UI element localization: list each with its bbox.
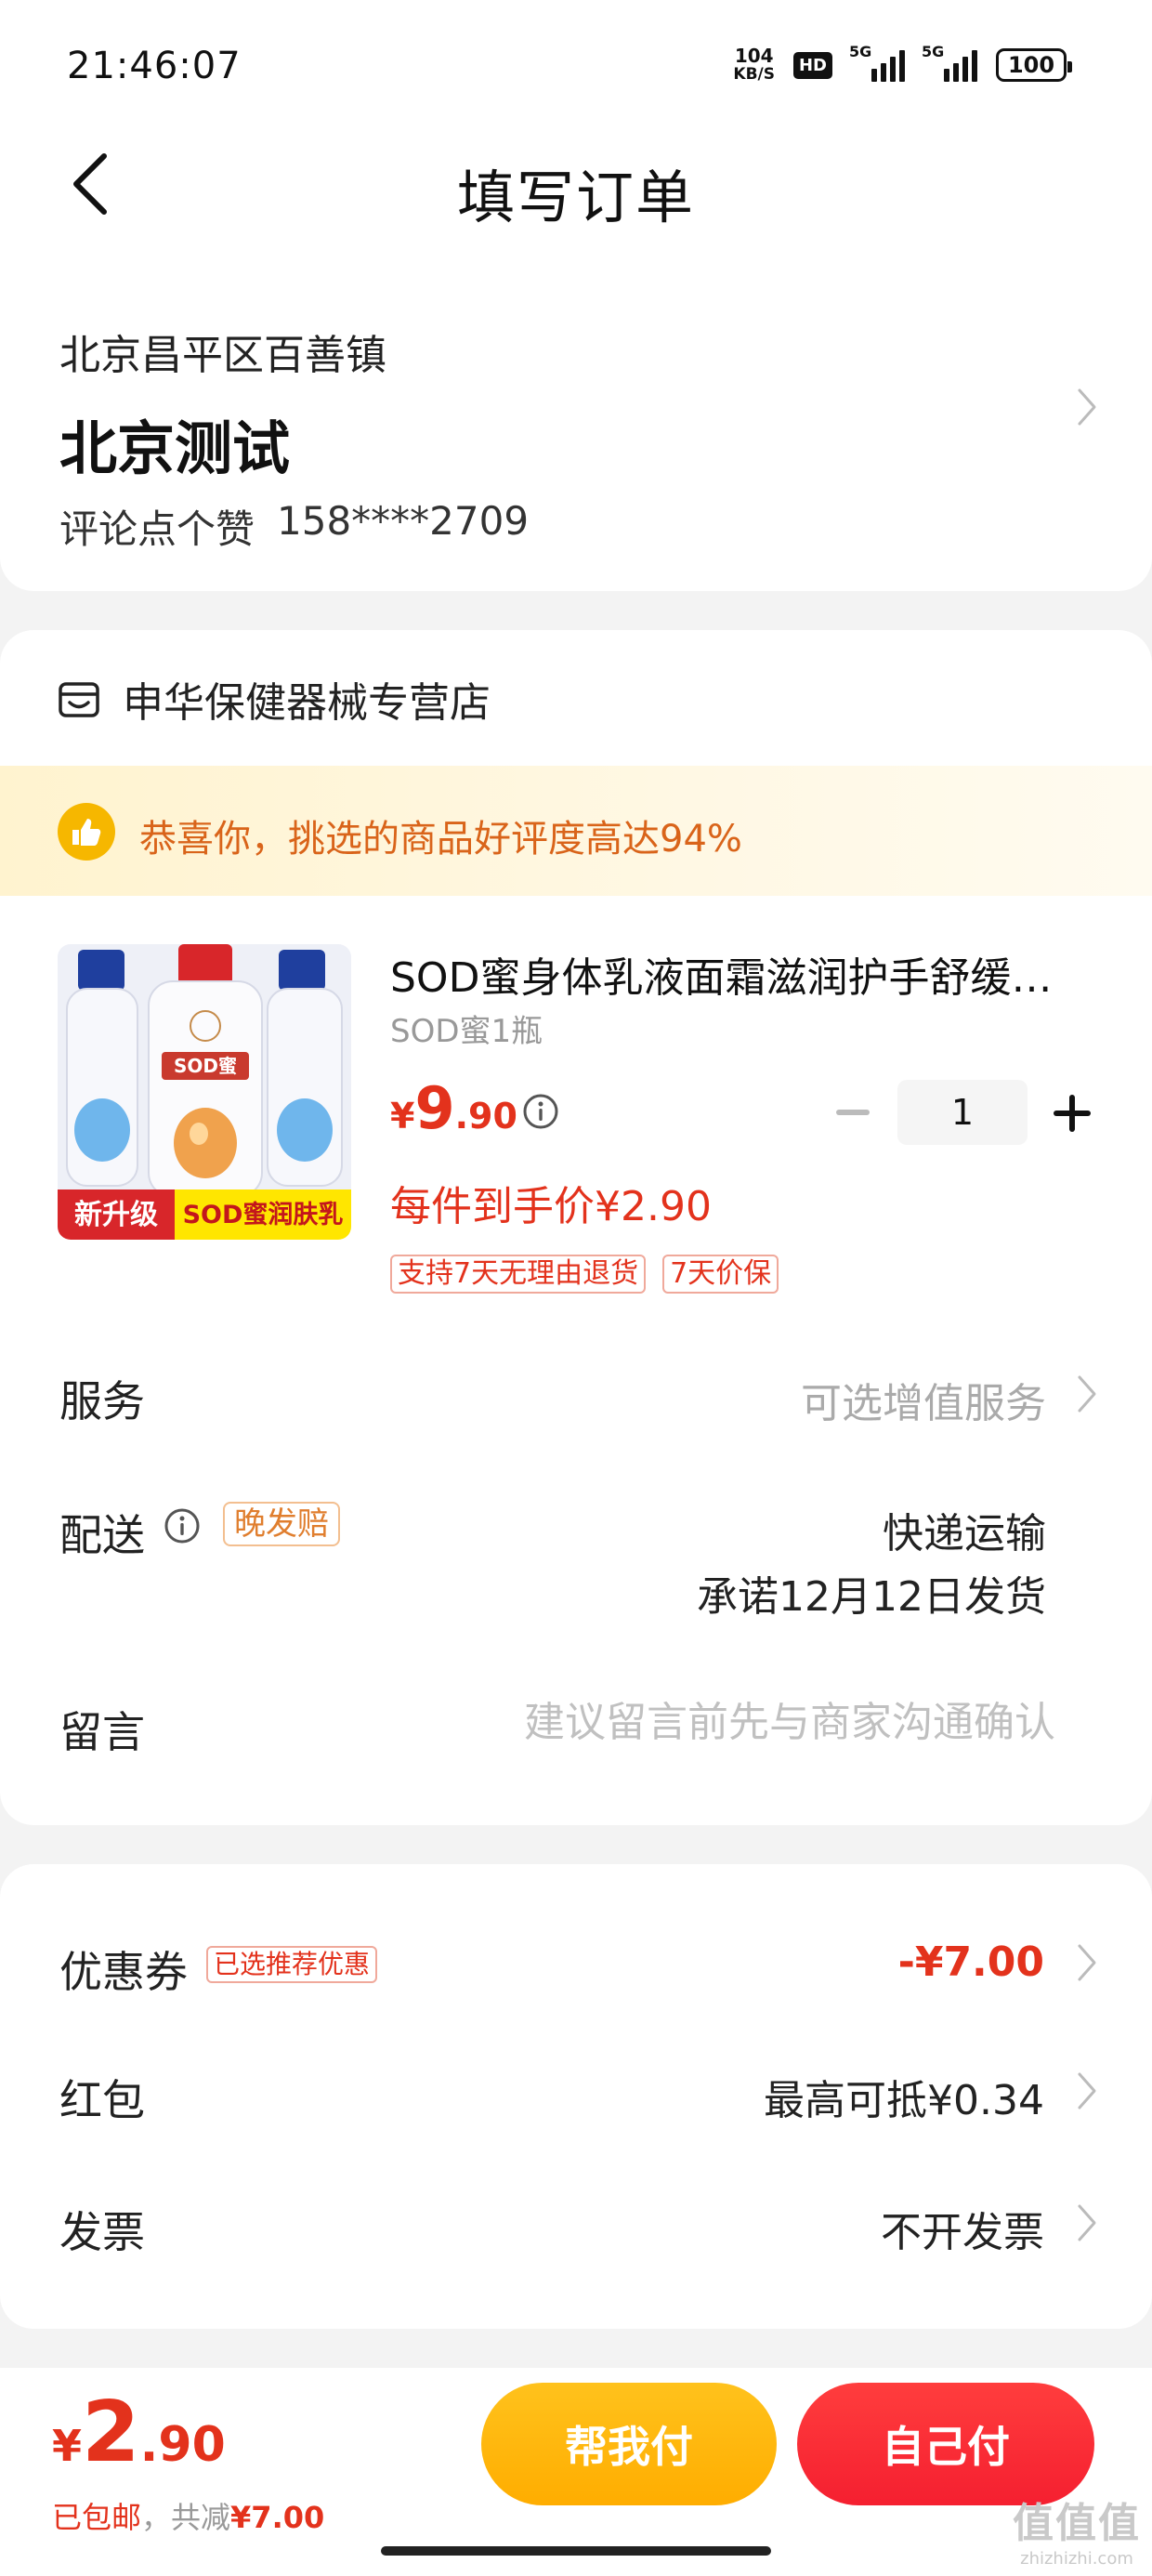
delivery-label: 配送 (59, 1510, 145, 1560)
total-summary: 已包邮，共减¥7.00 (52, 2494, 324, 2537)
status-icons: 104 KB/S HD 5G 5G 100 (733, 43, 1072, 84)
contact-name: 评论点个赞 (59, 506, 255, 552)
saved-prefix: ，共减 (141, 2500, 231, 2535)
quantity-input[interactable]: 1 (897, 1080, 1028, 1145)
quantity-decrease-button[interactable] (836, 1110, 870, 1115)
saved-amount: ¥7.00 (230, 2500, 325, 2535)
service-label: 服务 (59, 1376, 145, 1426)
watermark: 值值值 zhizhizhi.com (1013, 2490, 1141, 2569)
info-icon[interactable] (522, 1093, 559, 1130)
tag-return-policy: 支持7天无理由退货 (390, 1255, 647, 1294)
net-speed: 104 KB/S (733, 46, 775, 84)
free-shipping-text: 已包邮 (52, 2500, 142, 2535)
store-icon (59, 682, 99, 717)
watermark-url: zhizhizhi.com (1020, 2549, 1133, 2569)
pay-myself-button[interactable]: 自己付 (797, 2383, 1094, 2505)
status-time: 21:46:07 (67, 45, 242, 87)
net-speed-value: 104 (734, 45, 774, 67)
product-spec: SOD蜜1瓶 (390, 1013, 543, 1050)
redpack-label: 红包 (59, 2075, 145, 2125)
checkout-bar: ¥ 2 .90 已包邮，共减¥7.00 帮我付 自己付 值值值 zhizhizh… (0, 2368, 1152, 2576)
total-currency: ¥ (52, 2421, 83, 2471)
address-card[interactable]: 北京昌平区百善镇 北京测试 评论点个赞 158****2709 (0, 242, 1152, 591)
signal-5g-secondary-icon: 5G (922, 43, 977, 82)
total-integer: 2 (82, 2384, 140, 2481)
chevron-right-icon[interactable] (1074, 387, 1100, 427)
net-speed-unit: KB/S (733, 65, 775, 84)
home-indicator[interactable] (381, 2546, 771, 2556)
redpack-value[interactable]: 最高可抵¥0.34 (764, 2067, 1044, 2126)
quantity-increase-button[interactable] (1054, 1095, 1091, 1132)
chevron-right-icon[interactable] (1074, 1942, 1100, 1983)
contact-phone: 158****2709 (277, 498, 530, 544)
status-bar: 21:46:07 104 KB/S HD 5G 5G 100 (0, 0, 1152, 130)
thumbs-up-icon (58, 803, 115, 861)
tag-price-protection: 7天价保 (662, 1255, 779, 1294)
order-page: 21:46:07 104 KB/S HD 5G 5G 100 填写订单 北京昌平… (0, 0, 1152, 2576)
address-region: 北京昌平区百善镇 (59, 332, 386, 379)
unit-final-price: 每件到手价¥2.90 (390, 1183, 712, 1230)
discount-card: 优惠券 已选推荐优惠 -¥7.00 红包 最高可抵¥0.34 发票 不开发票 (0, 1864, 1152, 2329)
signal-label-2: 5G (922, 43, 945, 60)
store-row[interactable]: 申华保健器械专营店 (56, 669, 491, 729)
product-image[interactable]: SOD蜜 新升级 SOD蜜润肤乳 (58, 944, 351, 1240)
coupon-label: 优惠券 (59, 1947, 188, 1997)
invoice-label: 发票 (59, 2207, 145, 2257)
product-title[interactable]: SOD蜜身体乳液面霜滋润护手舒缓… (390, 944, 1078, 1004)
price-integer: 9 (414, 1074, 455, 1142)
late-compensation-badge: 晚发赔 (223, 1502, 340, 1546)
coupon-value[interactable]: -¥7.00 (898, 1939, 1044, 1986)
invoice-value[interactable]: 不开发票 (881, 2199, 1044, 2258)
message-input[interactable] (405, 1699, 1055, 1746)
signal-5g-icon: 5G (849, 43, 905, 82)
rating-text: 恭喜你，挑选的商品好评度高达94% (139, 818, 742, 861)
pay-for-me-button[interactable]: 帮我付 (481, 2383, 777, 2505)
info-icon[interactable] (164, 1507, 201, 1544)
delivery-promise: 承诺12月12日发货 (697, 1573, 1046, 1621)
hd-icon: HD (792, 51, 832, 79)
total-price: ¥ 2 .90 (52, 2386, 226, 2479)
page-title: 填写订单 (456, 164, 695, 231)
image-label-left: 新升级 (74, 1199, 158, 1231)
rating-banner: 恭喜你，挑选的商品好评度高达94% (0, 766, 1152, 896)
store-name: 申华保健器械专营店 (123, 679, 491, 727)
watermark-logo: 值值值 (1013, 2500, 1141, 2547)
total-decimal: .90 (139, 2417, 226, 2473)
price-decimal: .90 (454, 1096, 517, 1137)
chevron-right-icon[interactable] (1074, 1373, 1100, 1414)
message-label: 留言 (59, 1707, 145, 1757)
order-card: 申华保健器械专营店 恭喜你，挑选的商品好评度高达94% SOD蜜 新升级 SOD… (0, 630, 1152, 1825)
chevron-right-icon[interactable] (1074, 2070, 1100, 2111)
image-label-right: SOD蜜润肤乳 (183, 1200, 344, 1229)
price-currency: ¥ (390, 1096, 415, 1137)
address-contact: 评论点个赞 158****2709 (59, 498, 529, 555)
battery-icon: 100 (996, 48, 1072, 82)
product-tags: 支持7天无理由退货 7天价保 (390, 1255, 779, 1294)
bottle-label: SOD蜜 (174, 1055, 237, 1077)
product-price: ¥ 9 .90 (390, 1074, 517, 1142)
chevron-right-icon[interactable] (1074, 2202, 1100, 2243)
service-value[interactable]: 可选增值服务 (801, 1370, 1046, 1429)
coupon-badge: 已选推荐优惠 (206, 1946, 378, 1983)
address-name: 北京测试 (59, 414, 291, 482)
navbar: 填写订单 (0, 130, 1152, 242)
delivery-method: 快递运输 (883, 1510, 1046, 1557)
signal-label: 5G (849, 43, 872, 60)
